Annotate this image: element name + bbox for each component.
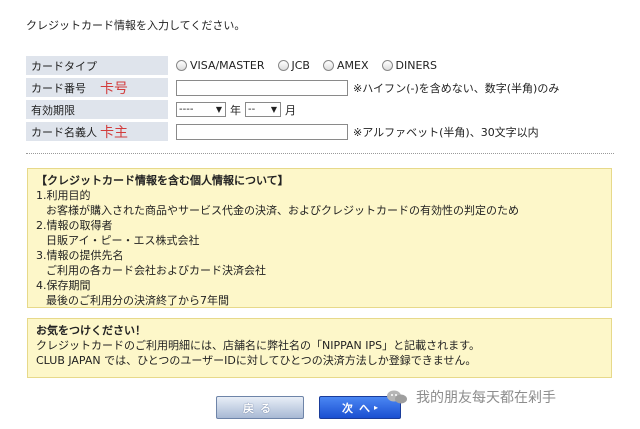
radio-circle-icon[interactable] [381, 60, 393, 71]
privacy-line: 1.利用目的 [36, 189, 91, 202]
intro-text: クレジットカード情報を入力してください。 [26, 19, 246, 32]
holder-input[interactable] [176, 123, 348, 140]
radio-circle-icon[interactable] [277, 60, 289, 71]
expiry-month-select[interactable]: -- ▼ [245, 102, 281, 117]
expiry-month-value: -- [248, 104, 256, 115]
radio-jcb[interactable]: JCB [277, 59, 310, 72]
radio-circle-icon[interactable] [322, 60, 334, 71]
notice-line: CLUB JAPAN では、ひとつのユーザーIDに対してひとつの決済方法しか登録… [36, 354, 477, 367]
divider [26, 153, 614, 154]
privacy-line: 3.情報の提供先名 [36, 249, 124, 262]
credit-card-form: カードタイプ VISA/MASTER JCB AMEX DINERS カード番号… [26, 56, 614, 144]
holder-overlay: 卡主 [100, 125, 128, 141]
holder-row: カード名義人 卡主 ※アルファベット(半角)、30文字以内 [26, 122, 614, 141]
privacy-line: お客様が購入された商品やサービス代金の決済、およびクレジットカードの有効性の判定… [46, 204, 519, 217]
privacy-line: 日販アイ・ピー・エス株式会社 [46, 234, 200, 247]
holder-note: ※アルファベット(半角)、30文字以内 [353, 125, 539, 139]
expiry-label-text: 有効期限 [31, 103, 75, 117]
card-number-input[interactable] [176, 79, 348, 96]
card-number-row: カード番号 卡号 ※ハイフン(-)を含めない、数字(半角)のみ [26, 78, 614, 97]
radio-amex[interactable]: AMEX [322, 59, 369, 72]
privacy-line: 2.情報の取得者 [36, 219, 113, 232]
year-unit: 年 [230, 103, 241, 117]
radio-label: DINERS [395, 59, 438, 72]
expiry-row: 有効期限 ---- ▼ 年 -- ▼ 月 [26, 100, 614, 119]
chevron-down-icon[interactable]: ▼ [213, 103, 225, 116]
month-unit: 月 [285, 103, 296, 117]
card-number-label-text: カード番号 [31, 81, 86, 95]
radio-diners[interactable]: DINERS [381, 59, 438, 72]
card-number-label: カード番号 卡号 [26, 78, 168, 97]
radio-circle-icon[interactable] [176, 60, 187, 71]
card-type-label-text: カードタイプ [31, 59, 97, 73]
next-button-label: 次へ [341, 401, 376, 415]
holder-label: カード名義人 卡主 [26, 122, 168, 141]
privacy-line: ご利用の各カード会社およびカード決済会社 [46, 264, 266, 277]
card-type-row: カードタイプ VISA/MASTER JCB AMEX DINERS [26, 56, 614, 75]
watermark: 我的朋友每天都在剁手 [386, 387, 556, 407]
holder-label-text: カード名義人 [31, 125, 97, 139]
notice-title: お気をつけください！ [36, 324, 146, 337]
card-number-overlay: 卡号 [100, 81, 128, 97]
privacy-info-box: 【クレジットカード情報を含む個人情報について】 1.利用目的 お客様が購入された… [27, 168, 612, 308]
radio-label: AMEX [336, 59, 369, 72]
expiry-year-select[interactable]: ---- ▼ [176, 102, 226, 117]
radio-label: VISA/MASTER [190, 59, 265, 72]
privacy-title: 【クレジットカード情報を含む個人情報について】 [36, 174, 289, 187]
privacy-line: 4.保存期間 [36, 279, 91, 292]
chevron-down-icon[interactable]: ▼ [268, 103, 280, 116]
privacy-line: 最後のご利用分の決済終了から7年間 [46, 294, 229, 307]
caret-right-icon: ▸ [373, 403, 378, 412]
notice-line: クレジットカードのご利用明細には、店舗名に弊社名の「NIPPAN IPS」と記載… [36, 339, 481, 352]
expiry-label: 有効期限 [26, 100, 168, 119]
card-type-label: カードタイプ [26, 56, 168, 75]
radio-visa-master[interactable]: VISA/MASTER [176, 59, 265, 72]
wechat-icon [387, 390, 407, 404]
radio-label: JCB [291, 59, 310, 72]
back-button[interactable]: 戻る [216, 396, 304, 419]
card-number-note: ※ハイフン(-)を含めない、数字(半角)のみ [353, 81, 560, 95]
notice-box: お気をつけください！ クレジットカードのご利用明細には、店舗名に弊社名の「NIP… [27, 318, 612, 378]
watermark-text: 我的朋友每天都在剁手 [416, 390, 556, 406]
expiry-year-value: ---- [179, 104, 194, 115]
